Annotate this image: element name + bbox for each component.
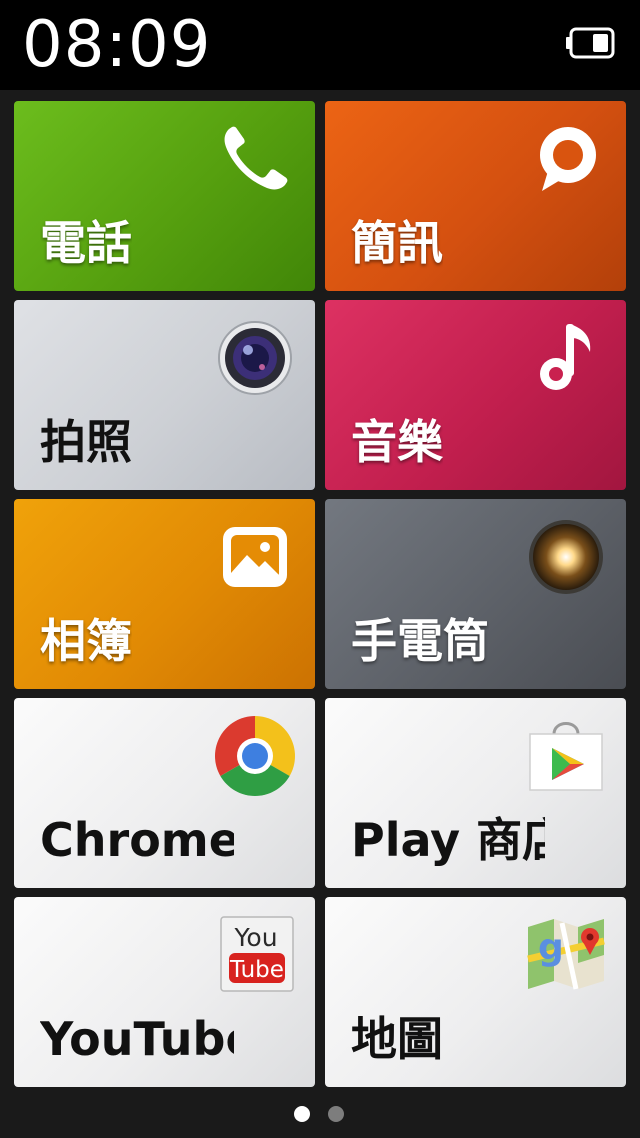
tile-chrome-label: Chrome — [40, 813, 234, 867]
page-dot-inactive[interactable] — [328, 1106, 344, 1122]
tile-music-label: 音樂 — [351, 415, 443, 469]
svg-text:g: g — [538, 927, 564, 968]
app-tile-grid: 電話 簡訊 拍照 音樂 相簿 手電筒 Chrome Play 商 You Tub… — [14, 101, 626, 1087]
tile-chrome[interactable]: Chrome — [14, 698, 315, 888]
tile-flashlight-label: 手電筒 — [351, 614, 489, 668]
tile-maps[interactable]: g 地圖 — [325, 897, 626, 1087]
phone-icon — [215, 119, 295, 199]
tile-messages-label: 簡訊 — [351, 216, 443, 270]
tile-phone[interactable]: 電話 — [14, 101, 315, 291]
chat-bubble-icon — [526, 119, 606, 199]
page-indicator — [294, 1106, 346, 1124]
youtube-icon: You Tube — [215, 915, 295, 995]
page-dot-active[interactable] — [294, 1106, 310, 1122]
tile-camera[interactable]: 拍照 — [14, 300, 315, 490]
tile-camera-label: 拍照 — [40, 415, 132, 469]
music-note-icon — [526, 318, 606, 398]
status-bar: 08:09 — [0, 0, 640, 90]
tile-phone-label: 電話 — [40, 216, 132, 270]
camera-lens-icon — [215, 318, 295, 398]
youtube-icon-tube-text: Tube — [229, 957, 284, 983]
chrome-icon — [215, 716, 295, 796]
tile-music[interactable]: 音樂 — [325, 300, 626, 490]
flashlight-icon — [526, 517, 606, 597]
tile-messages[interactable]: 簡訊 — [325, 101, 626, 291]
status-clock: 08:09 — [22, 8, 212, 82]
tile-gallery-label: 相簿 — [40, 614, 132, 668]
youtube-icon-you-text: You — [233, 923, 277, 952]
maps-icon: g — [526, 915, 606, 995]
tile-youtube[interactable]: You Tube YouTube — [14, 897, 315, 1087]
tile-maps-label: 地圖 — [351, 1012, 443, 1066]
play-store-icon — [526, 716, 606, 796]
tile-youtube-label: YouTube — [40, 1012, 234, 1066]
tile-play-store[interactable]: Play 商店 — [325, 698, 626, 888]
tile-gallery[interactable]: 相簿 — [14, 499, 315, 689]
picture-icon — [215, 517, 295, 597]
tile-flashlight[interactable]: 手電筒 — [325, 499, 626, 689]
battery-icon — [566, 27, 616, 59]
tile-play-store-label: Play 商店 — [351, 813, 545, 867]
